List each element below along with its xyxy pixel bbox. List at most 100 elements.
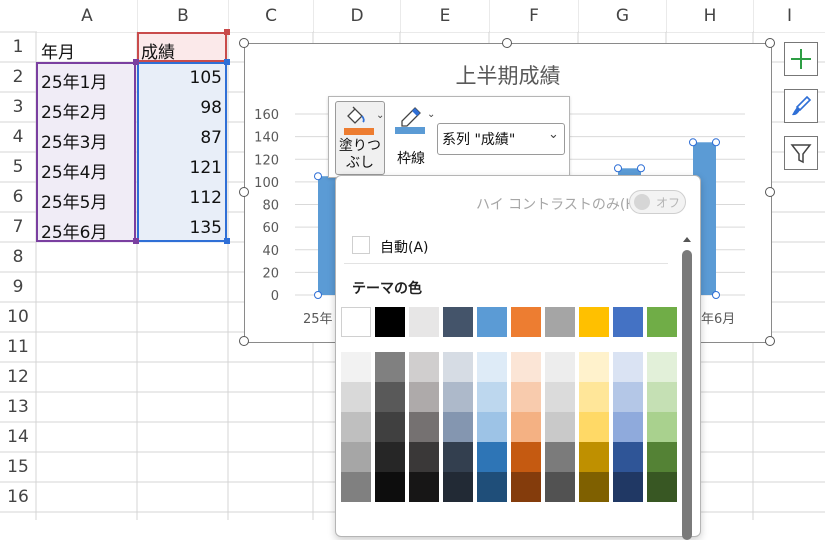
cell-a5[interactable]: 25年4月 xyxy=(41,158,107,183)
theme-color-swatch[interactable] xyxy=(545,307,575,337)
range-corner-handle[interactable] xyxy=(224,238,230,244)
range-corner-handle[interactable] xyxy=(224,59,230,65)
row-header-7[interactable]: 7 xyxy=(0,212,36,242)
range-corner-handle[interactable] xyxy=(133,59,139,65)
resize-handle[interactable] xyxy=(502,38,512,48)
shade-color-swatch[interactable] xyxy=(613,382,643,412)
cell-a3[interactable]: 25年2月 xyxy=(41,98,107,123)
row-header-5[interactable]: 5 xyxy=(0,152,36,182)
bar-selection-handle[interactable] xyxy=(712,291,720,299)
shade-color-swatch[interactable] xyxy=(341,382,371,412)
column-header-b[interactable]: B xyxy=(138,0,228,32)
shade-color-swatch[interactable] xyxy=(647,412,677,442)
row-header-6[interactable]: 6 xyxy=(0,182,36,212)
shade-color-swatch[interactable] xyxy=(511,412,541,442)
shade-color-swatch[interactable] xyxy=(341,412,371,442)
resize-handle[interactable] xyxy=(765,187,775,197)
range-corner-handle[interactable] xyxy=(133,238,139,244)
resize-handle[interactable] xyxy=(765,336,775,346)
shade-color-swatch[interactable] xyxy=(613,352,643,382)
shade-color-swatch[interactable] xyxy=(409,472,439,502)
add-chart-element-button[interactable] xyxy=(784,42,818,76)
cell-b4[interactable]: 87 xyxy=(138,128,222,148)
chart-filters-button[interactable] xyxy=(784,136,818,170)
shade-color-swatch[interactable] xyxy=(545,442,575,472)
shade-color-swatch[interactable] xyxy=(613,412,643,442)
shade-color-swatch[interactable] xyxy=(511,472,541,502)
range-corner-handle[interactable] xyxy=(224,29,230,35)
automatic-color-option[interactable]: 自動(A) xyxy=(344,225,668,264)
shade-color-swatch[interactable] xyxy=(477,472,507,502)
shade-color-swatch[interactable] xyxy=(409,442,439,472)
bar-selection-handle[interactable] xyxy=(712,138,720,147)
shade-color-swatch[interactable] xyxy=(545,352,575,382)
row-header-3[interactable]: 3 xyxy=(0,92,36,122)
shade-color-swatch[interactable] xyxy=(647,382,677,412)
row-header-1[interactable]: 1 xyxy=(0,32,36,62)
shade-color-swatch[interactable] xyxy=(409,412,439,442)
shade-color-swatch[interactable] xyxy=(545,382,575,412)
shade-color-swatch[interactable] xyxy=(511,352,541,382)
theme-color-swatch[interactable] xyxy=(477,307,507,337)
bar-selection-handle[interactable] xyxy=(314,172,322,181)
column-header-d[interactable]: D xyxy=(314,0,400,32)
row-header-14[interactable]: 14 xyxy=(0,422,36,452)
shade-color-swatch[interactable] xyxy=(477,352,507,382)
row-header-16[interactable]: 16 xyxy=(0,482,36,512)
bar-selection-handle[interactable] xyxy=(314,291,322,299)
shade-color-swatch[interactable] xyxy=(647,472,677,502)
row-header-15[interactable]: 15 xyxy=(0,452,36,482)
row-header-2[interactable]: 2 xyxy=(0,62,36,92)
series-select[interactable]: 系列 "成績" ⌄ xyxy=(437,123,565,155)
shade-color-swatch[interactable] xyxy=(477,382,507,412)
cell-b7[interactable]: 135 xyxy=(138,218,222,238)
cell-b3[interactable]: 98 xyxy=(138,98,222,118)
row-header-11[interactable]: 11 xyxy=(0,332,36,362)
column-header-h[interactable]: H xyxy=(667,0,753,32)
column-header-a[interactable]: A xyxy=(37,0,137,32)
cell-a4[interactable]: 25年3月 xyxy=(41,128,107,153)
fill-button[interactable]: ⌄ 塗りつ ぶし xyxy=(335,101,385,175)
shade-color-swatch[interactable] xyxy=(341,352,371,382)
theme-color-swatch[interactable] xyxy=(511,307,541,337)
row-header-12[interactable]: 12 xyxy=(0,362,36,392)
outline-button[interactable]: ⌄ 枠線 xyxy=(391,101,435,173)
shade-color-swatch[interactable] xyxy=(443,352,473,382)
shade-color-swatch[interactable] xyxy=(579,442,609,472)
row-header-10[interactable]: 10 xyxy=(0,302,36,332)
cell-b5[interactable]: 121 xyxy=(138,158,222,178)
shade-color-swatch[interactable] xyxy=(647,352,677,382)
theme-color-swatch[interactable] xyxy=(409,307,439,337)
cell-a1[interactable]: 年月 xyxy=(41,38,75,63)
shade-color-swatch[interactable] xyxy=(545,412,575,442)
shade-color-swatch[interactable] xyxy=(511,442,541,472)
bar-selection-handle[interactable] xyxy=(637,164,645,173)
cell-b6[interactable]: 112 xyxy=(138,188,222,208)
shade-color-swatch[interactable] xyxy=(579,352,609,382)
color-panel-scrollbar[interactable] xyxy=(680,234,694,540)
bar-selection-handle[interactable] xyxy=(689,138,697,147)
shade-color-swatch[interactable] xyxy=(341,442,371,472)
shade-color-swatch[interactable] xyxy=(545,472,575,502)
bar-selection-handle[interactable] xyxy=(614,164,622,173)
column-header-i[interactable]: I xyxy=(754,0,825,32)
shade-color-swatch[interactable] xyxy=(409,352,439,382)
shade-color-swatch[interactable] xyxy=(409,382,439,412)
shade-color-swatch[interactable] xyxy=(477,412,507,442)
resize-handle[interactable] xyxy=(239,38,249,48)
chart-styles-button[interactable] xyxy=(784,89,818,123)
resize-handle[interactable] xyxy=(765,38,775,48)
theme-color-swatch[interactable] xyxy=(341,307,371,337)
row-header-4[interactable]: 4 xyxy=(0,122,36,152)
shade-color-swatch[interactable] xyxy=(375,472,405,502)
shade-color-swatch[interactable] xyxy=(375,382,405,412)
resize-handle[interactable] xyxy=(239,187,249,197)
shade-color-swatch[interactable] xyxy=(443,412,473,442)
shade-color-swatch[interactable] xyxy=(341,472,371,502)
shade-color-swatch[interactable] xyxy=(443,382,473,412)
column-header-f[interactable]: F xyxy=(490,0,578,32)
theme-color-swatch[interactable] xyxy=(443,307,473,337)
theme-color-swatch[interactable] xyxy=(613,307,643,337)
shade-color-swatch[interactable] xyxy=(375,352,405,382)
cell-a2[interactable]: 25年1月 xyxy=(41,68,107,93)
